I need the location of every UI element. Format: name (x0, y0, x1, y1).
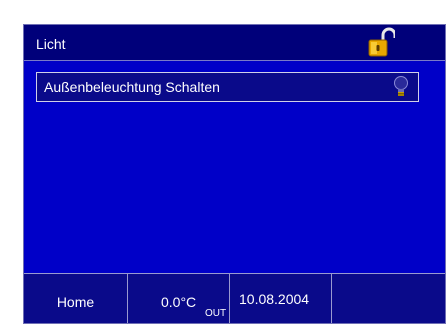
panel-screen: Licht Außenbeleuchtung Schalten Home 0.0… (23, 24, 446, 324)
status-bar: Home 0.0°C OUT 10.08.2004 (24, 273, 445, 323)
temperature-display: 0.0°C OUT (128, 274, 230, 323)
temperature-sub-label: OUT (205, 308, 227, 319)
empty-cell (332, 274, 445, 323)
page-title: Licht (36, 36, 66, 52)
home-label: Home (56, 294, 95, 310)
date-value: 10.08.2004 (239, 291, 310, 307)
title-bar: Licht (24, 25, 445, 61)
lock-open-icon[interactable] (367, 27, 397, 59)
date-display: 10.08.2004 (230, 274, 332, 323)
home-button[interactable]: Home (24, 274, 128, 323)
lightbulb-icon (392, 75, 410, 99)
outdoor-lighting-button[interactable]: Außenbeleuchtung Schalten (36, 72, 419, 102)
item-label: Außenbeleuchtung Schalten (44, 79, 220, 95)
temperature-value: 0.0°C (161, 294, 197, 310)
